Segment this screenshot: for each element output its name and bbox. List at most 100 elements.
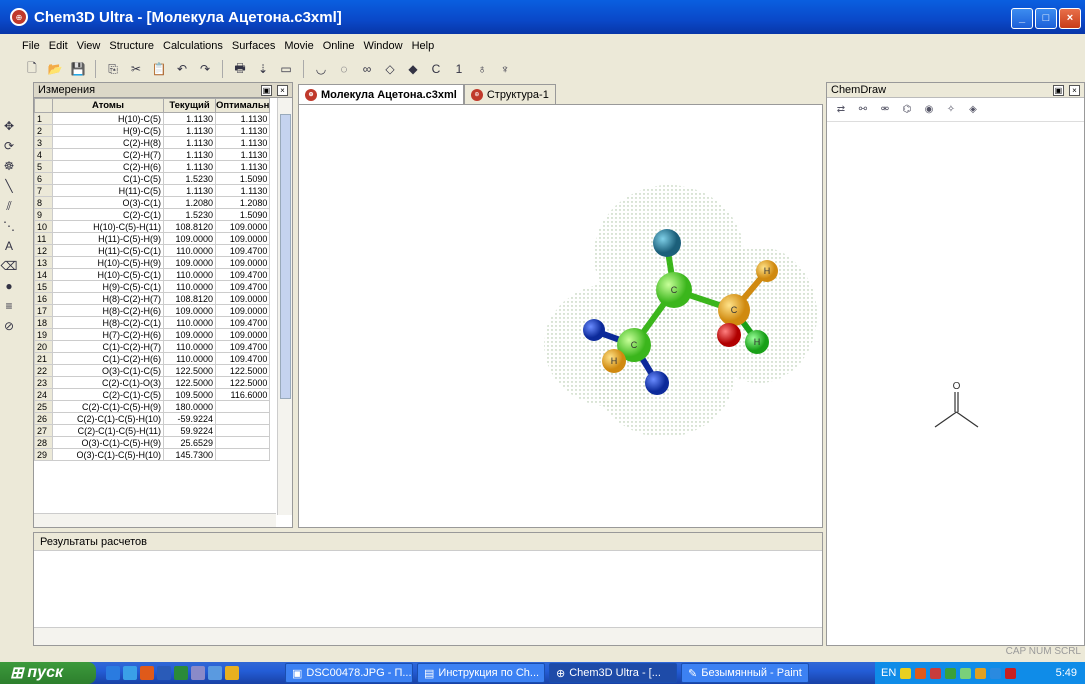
table-row[interactable]: 3 C(2)-H(8) 1.1130 1.1130 <box>34 136 271 149</box>
clean-icon[interactable]: ✧ <box>943 102 959 118</box>
table-row[interactable]: 12 H(11)-C(5)-C(1) 110.0000 109.4700 <box>34 244 271 257</box>
table-row[interactable]: 4 C(2)-H(7) 1.1130 1.1130 <box>34 148 271 161</box>
eraser-icon[interactable]: ⌫ <box>1 258 18 274</box>
tray-icon[interactable] <box>960 667 972 679</box>
redo-icon[interactable]: ↷ <box>195 59 215 79</box>
taskbar-task-photo[interactable]: ▣ DSC00478.JPG - П... <box>285 663 413 683</box>
menu-edit[interactable]: Edit <box>49 40 68 52</box>
name-icon[interactable]: ◈ <box>965 102 981 118</box>
tray-icon[interactable] <box>1005 667 1017 679</box>
dummy-bond-icon[interactable]: ⋱ <box>1 218 17 234</box>
menu-movie[interactable]: Movie <box>284 40 313 52</box>
table-row[interactable]: 22 O(3)-C(1)-C(5) 122.5000 122.5000 <box>34 364 271 377</box>
hide-atoms-icon[interactable]: ⊘ <box>1 318 17 334</box>
taskbar-task-paint[interactable]: ✎ Безымянный - Paint <box>681 663 809 683</box>
table-row[interactable]: 8 O(3)-C(1) 1.2080 1.2080 <box>34 196 271 209</box>
table-row[interactable]: 19 H(7)-C(2)-H(6) 109.0000 109.0000 <box>34 328 271 341</box>
panel-close-icon[interactable]: × <box>1069 85 1080 96</box>
save-icon[interactable]: 💾 <box>68 59 88 79</box>
cut-icon[interactable]: ✂ <box>126 59 146 79</box>
menu-structure[interactable]: Structure <box>109 40 154 52</box>
app-icon[interactable] <box>225 666 239 680</box>
app-icon[interactable] <box>140 666 154 680</box>
tray-icon[interactable] <box>915 667 927 679</box>
table-row[interactable]: 24 C(2)-C(1)-C(5) 109.5000 116.6000 <box>34 388 271 401</box>
table-row[interactable]: 10 H(10)-C(5)-H(11) 108.8120 109.0000 <box>34 220 271 233</box>
pointer-tool-icon[interactable]: ⇣ <box>253 59 273 79</box>
table-row[interactable]: 27 C(2)-C(1)-C(5)-H(11) 59.9224 <box>34 424 271 437</box>
hydrogen-atom[interactable] <box>645 371 669 395</box>
stereo-icon[interactable]: ◌ <box>334 59 354 79</box>
app-icon[interactable] <box>191 666 205 680</box>
table-row[interactable]: 20 C(1)-C(2)-H(7) 110.0000 109.4700 <box>34 340 271 353</box>
table-row[interactable]: 21 C(1)-C(2)-H(6) 110.0000 109.4700 <box>34 352 271 365</box>
unlink-icon[interactable]: ⚮ <box>877 102 893 118</box>
mm2-icon[interactable]: ≡ <box>1 298 17 314</box>
open-folder-icon[interactable]: 📂 <box>45 59 65 79</box>
orbital-tool-icon[interactable]: ● <box>1 278 17 294</box>
tray-icon[interactable] <box>930 667 942 679</box>
hydrogen-atom[interactable] <box>717 323 741 347</box>
table-row[interactable]: 26 C(2)-C(1)-C(5)-H(10) -59.9224 <box>34 412 271 425</box>
close-button[interactable]: × <box>1059 8 1081 29</box>
cube-icon[interactable]: ◇ <box>380 59 400 79</box>
measurements-vertical-scrollbar[interactable] <box>277 98 292 515</box>
sync-icon[interactable]: ⇄ <box>833 102 849 118</box>
browser-icon[interactable] <box>123 666 137 680</box>
table-row[interactable]: 29 O(3)-C(1)-C(5)-H(10) 145.7300 <box>34 448 271 461</box>
chem3d-app-icon[interactable]: ⊕ <box>10 8 28 26</box>
menu-help[interactable]: Help <box>412 40 435 52</box>
new-file-icon[interactable]: 🗋 <box>22 59 42 79</box>
table-row[interactable]: 1 H(10)-C(5) 1.1130 1.1130 <box>34 112 271 125</box>
tab-acetone-molecule[interactable]: ⊕ Молекула Ацетона.c3xml <box>298 84 464 104</box>
app-icon[interactable] <box>208 666 222 680</box>
hydrogen-atom[interactable] <box>583 319 605 341</box>
tray-icon[interactable] <box>990 667 1002 679</box>
pin-icon[interactable]: ▣ <box>1052 85 1064 96</box>
double-bond-icon[interactable]: ⫽ <box>1 198 17 214</box>
structure-icon[interactable]: ⌬ <box>899 102 915 118</box>
display-mode-icon[interactable]: ▭ <box>276 59 296 79</box>
chemdraw-canvas[interactable]: O <box>827 122 1085 642</box>
table-row[interactable]: 13 H(10)-C(5)-H(9) 109.0000 109.0000 <box>34 256 271 269</box>
taskbar-task-instruction[interactable]: ▤ Инструкция по Ch... <box>417 663 545 683</box>
table-row[interactable]: 23 C(2)-C(1)-O(3) 122.5000 122.5000 <box>34 376 271 389</box>
depth-icon[interactable]: ◆ <box>403 59 423 79</box>
molecule-3d-viewer[interactable]: C C H H C H <box>298 104 823 528</box>
language-indicator[interactable]: EN <box>881 667 896 679</box>
serial-number-icon[interactable]: 1 <box>449 59 469 79</box>
tab-structure-1[interactable]: ⊕ Структура-1 <box>463 84 556 104</box>
tray-icon[interactable] <box>900 667 912 679</box>
table-row[interactable]: 9 C(2)-C(1) 1.5230 1.5090 <box>34 208 271 221</box>
menu-calculations[interactable]: Calculations <box>163 40 223 52</box>
copy-icon[interactable]: ⎘ <box>103 59 123 79</box>
table-row[interactable]: 15 H(9)-C(5)-C(1) 110.0000 109.4700 <box>34 280 271 293</box>
text-tool-icon[interactable]: A <box>1 238 17 254</box>
oxygen-atom[interactable] <box>653 229 681 257</box>
menu-file[interactable]: File <box>22 40 40 52</box>
paste-icon[interactable]: 📋 <box>149 59 169 79</box>
link-icon[interactable]: ⚯ <box>855 102 871 118</box>
table-row[interactable]: 14 H(10)-C(5)-C(1) 110.0000 109.4700 <box>34 268 271 281</box>
model-style-icon[interactable]: ◡ <box>311 59 331 79</box>
menu-surfaces[interactable]: Surfaces <box>232 40 275 52</box>
scroll-thumb[interactable] <box>280 114 291 399</box>
menu-online[interactable]: Online <box>323 40 355 52</box>
table-row[interactable]: 11 H(11)-C(5)-H(9) 109.0000 109.0000 <box>34 232 271 245</box>
table-row[interactable]: 28 O(3)-C(1)-C(5)-H(9) 25.6529 <box>34 436 271 449</box>
undo-icon[interactable]: ↶ <box>172 59 192 79</box>
ie-icon[interactable] <box>106 666 120 680</box>
minimize-button[interactable]: _ <box>1011 8 1033 29</box>
current-column-header[interactable]: Текущий <box>163 98 216 113</box>
table-row[interactable]: 6 C(1)-C(5) 1.5230 1.5090 <box>34 172 271 185</box>
clock[interactable]: 5:49 <box>1056 667 1085 679</box>
carbon-label-icon[interactable]: C <box>426 59 446 79</box>
table-row[interactable]: 16 H(8)-C(2)-H(7) 108.8120 109.0000 <box>34 292 271 305</box>
atoms-column-header[interactable]: Атомы <box>52 98 164 113</box>
maximize-button[interactable]: □ <box>1035 8 1057 29</box>
taskbar-task-chem3d[interactable]: ⊕ Chem3D Ultra - [... <box>549 663 677 683</box>
tray-icon[interactable] <box>975 667 987 679</box>
table-row[interactable]: 2 H(9)-C(5) 1.1130 1.1130 <box>34 124 271 137</box>
print-icon[interactable]: 🖶 <box>230 59 250 79</box>
table-row[interactable]: 25 C(2)-C(1)-C(5)-H(9) 180.0000 <box>34 400 271 413</box>
